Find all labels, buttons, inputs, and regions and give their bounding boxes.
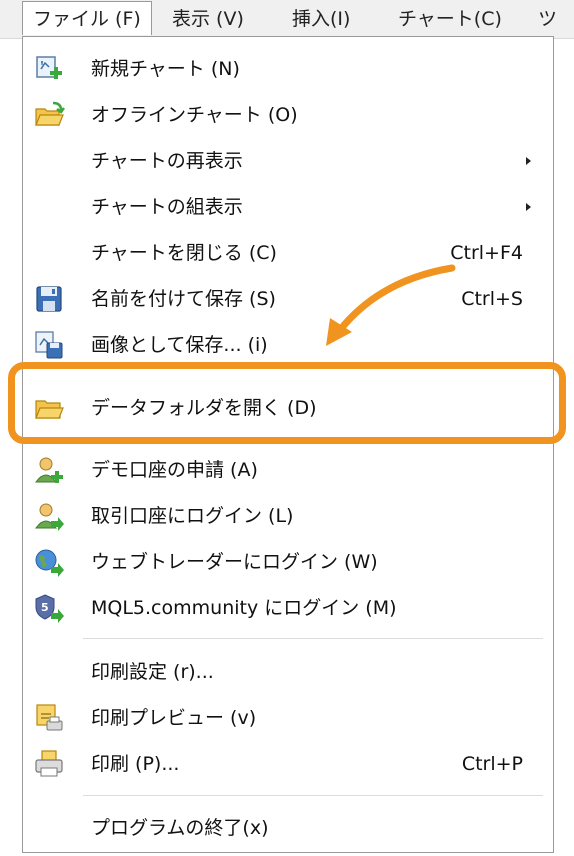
web-trader-icon (35, 549, 64, 577)
menu-item-save-as[interactable]: 名前を付けて保存 (S) Ctrl+S (23, 276, 553, 322)
mql5-community-icon: 5 (35, 594, 64, 623)
menu-item-shortcut: Ctrl+P (461, 753, 523, 775)
menubar: ファイル (F) 表示 (V) 挿入(I) チャート(C) ツ (0, 0, 574, 39)
highlight-box (8, 362, 566, 444)
open-folder-icon (35, 101, 65, 126)
menubar-chart[interactable]: チャート(C) (398, 0, 502, 38)
menu-item-login-trade-account[interactable]: 取引口座にログイン (L) (23, 493, 553, 539)
new-chart-icon (36, 56, 62, 79)
menubar-tools[interactable]: ツ (538, 0, 557, 38)
menu-item-label: チャートを閉じる (C) (91, 242, 277, 264)
menubar-view[interactable]: 表示 (V) (172, 0, 244, 38)
menu-item-label: 取引口座にログイン (L) (91, 505, 294, 527)
save-image-icon (35, 331, 63, 359)
menu-item-login-web-trader[interactable]: ウェブトレーダーにログイン (W) (23, 539, 553, 585)
menubar-file[interactable]: ファイル (F) (22, 1, 152, 35)
menubar-insert[interactable]: 挿入(I) (292, 0, 350, 38)
menu-item-offline-chart[interactable]: オフラインチャート (O) (23, 92, 553, 138)
screenshot-root: ファイル (F) 表示 (V) 挿入(I) チャート(C) ツ 新規チャート (… (0, 0, 574, 856)
menu-separator (83, 638, 543, 639)
login-account-icon (35, 503, 64, 531)
menu-item-label: 名前を付けて保存 (S) (91, 288, 276, 310)
save-icon (36, 286, 62, 312)
menu-item-label: MQL5.community にログイン (M) (91, 597, 397, 619)
menu-item-demo-account[interactable]: デモ口座の申請 (A) (23, 447, 553, 493)
menu-item-login-mql5[interactable]: 5 MQL5.community にログイン (M) (23, 585, 553, 631)
print-preview-icon (36, 704, 63, 731)
menu-item-print[interactable]: 印刷 (P)... Ctrl+P (23, 741, 553, 787)
menu-separator (83, 795, 543, 796)
svg-text:5: 5 (41, 601, 49, 614)
submenu-arrow-icon (526, 157, 531, 165)
file-menu-dropdown: 新規チャート (N) オフラインチャート (O) チャートの再表示 チャートの組… (22, 36, 554, 853)
menu-item-shortcut: Ctrl+S (461, 288, 523, 310)
menu-item-print-setup[interactable]: 印刷設定 (r)... (23, 649, 553, 695)
menu-item-label: デモ口座の申請 (A) (91, 459, 258, 481)
submenu-arrow-icon (526, 203, 531, 211)
menu-item-exit[interactable]: プログラムの終了(x) (23, 805, 553, 851)
menu-item-chart-redisplay[interactable]: チャートの再表示 (23, 138, 553, 184)
menu-item-print-preview[interactable]: 印刷プレビュー (v) (23, 695, 553, 741)
menu-item-label: 印刷 (P)... (91, 753, 180, 775)
menu-item-label: プログラムの終了(x) (91, 817, 269, 839)
menu-item-new-chart[interactable]: 新規チャート (N) (23, 46, 553, 92)
demo-account-icon (35, 457, 63, 483)
menu-item-label: オフラインチャート (O) (91, 104, 298, 126)
menu-item-close-chart[interactable]: チャートを閉じる (C) Ctrl+F4 (23, 230, 553, 276)
menu-item-shortcut: Ctrl+F4 (450, 242, 523, 264)
menu-item-label: チャートの組表示 (91, 196, 243, 218)
menu-item-label: チャートの再表示 (91, 150, 243, 172)
menu-item-label: 印刷設定 (r)... (91, 661, 214, 683)
menu-item-label: 新規チャート (N) (91, 58, 240, 80)
menu-item-chart-group[interactable]: チャートの組表示 (23, 184, 553, 230)
printer-icon (35, 750, 63, 777)
menu-item-label: 印刷プレビュー (v) (91, 707, 257, 729)
menu-item-label: ウェブトレーダーにログイン (W) (91, 551, 378, 573)
